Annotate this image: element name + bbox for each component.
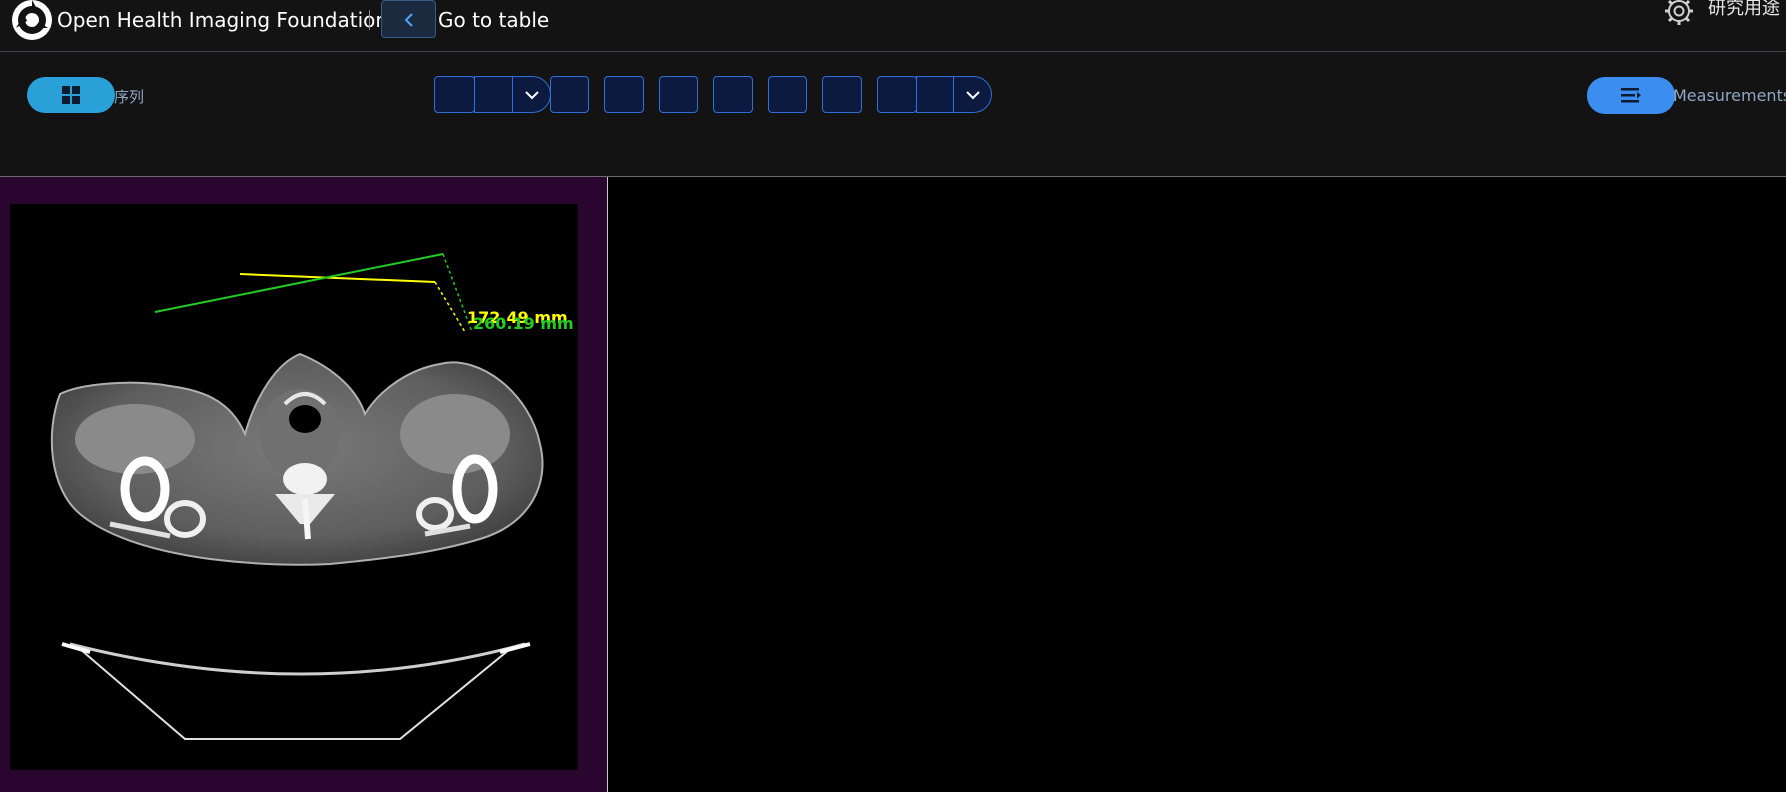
ct-image[interactable]: 172.49 mm 260.19 mm (10, 204, 578, 770)
tool-dropdown-2[interactable] (953, 76, 992, 113)
viewport-active[interactable]: 172.49 mm 260.19 mm (0, 177, 607, 792)
series-label: 序列 (114, 88, 145, 106)
measurement-label-green[interactable]: 260.19 mm (473, 314, 574, 333)
study-label: 研究用途 (1708, 0, 1780, 19)
app-title: Open Health Imaging Foundation (57, 8, 389, 32)
tool-button-8[interactable] (822, 76, 862, 113)
tool-button-7[interactable] (768, 76, 807, 113)
tool-button-2[interactable] (474, 76, 513, 113)
tool-button-1[interactable] (434, 76, 475, 113)
measurements-label: Measurements (1673, 86, 1786, 105)
tool-dropdown-1[interactable] (512, 76, 551, 113)
tool-button-4[interactable] (604, 76, 644, 113)
tool-button-10[interactable] (916, 76, 955, 113)
viewer-app: Open Health Imaging Foundation Go to tab… (0, 0, 1786, 792)
chevron-left-icon (404, 13, 413, 27)
tool-button-6[interactable] (713, 76, 753, 113)
ohif-logo-icon (12, 0, 52, 40)
tool-button-3[interactable] (550, 76, 589, 113)
go-to-table-link[interactable]: Go to table (438, 8, 549, 32)
grid-icon (62, 86, 80, 104)
top-header: Open Health Imaging Foundation Go to tab… (0, 0, 1786, 52)
measurements-toggle-button[interactable] (1587, 77, 1675, 114)
viewport-empty[interactable] (608, 177, 1786, 792)
back-button[interactable] (381, 0, 436, 38)
title-divider (369, 10, 370, 30)
chevron-down-icon (966, 91, 980, 100)
ct-scan-image: 172.49 mm 260.19 mm (50, 253, 574, 740)
tool-button-9[interactable] (877, 76, 917, 113)
toolbar: 序列 Measurements (0, 52, 1786, 177)
chevron-down-icon (525, 91, 539, 100)
list-icon (1621, 88, 1641, 103)
gear-icon[interactable] (1662, 0, 1696, 28)
series-toggle-button[interactable] (27, 77, 115, 113)
tool-button-5[interactable] (659, 76, 698, 113)
